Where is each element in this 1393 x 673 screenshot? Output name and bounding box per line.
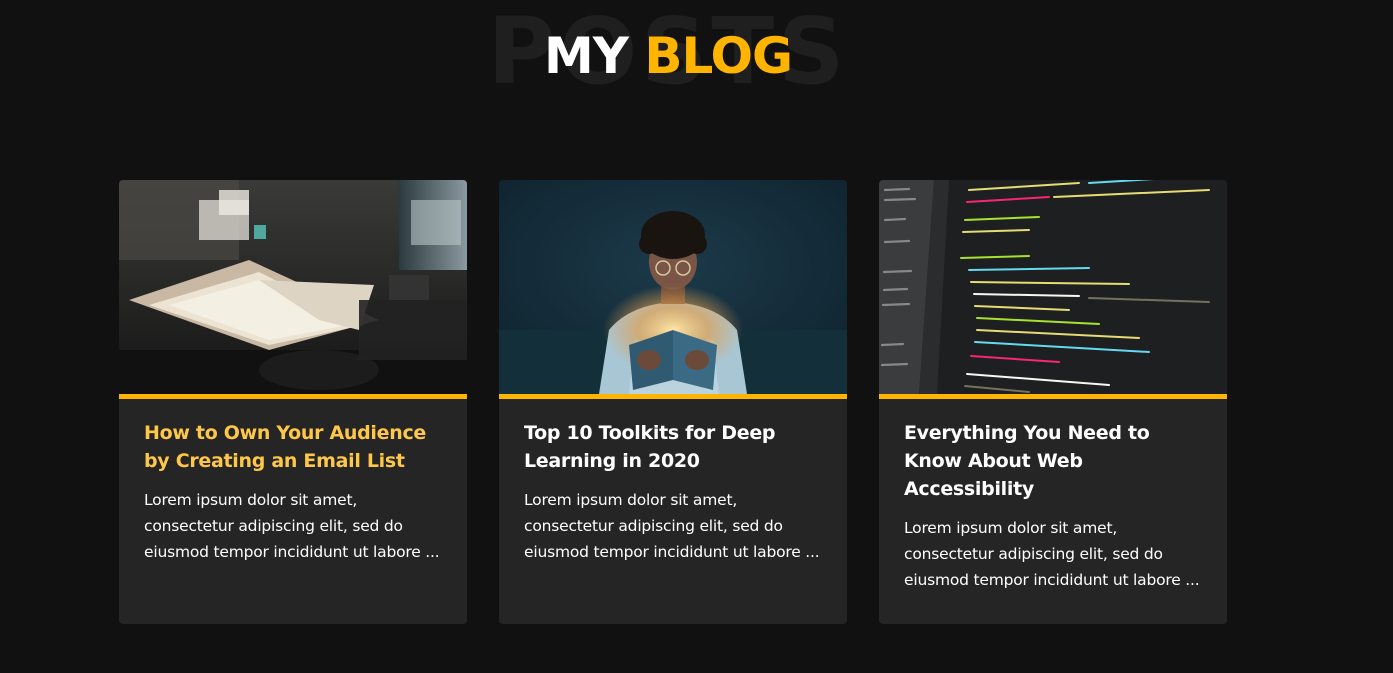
blog-post-list: How to Own Your Audience by Creating an … — [119, 180, 1227, 624]
post-excerpt: Lorem ipsum dolor sit amet, consectetur … — [144, 491, 440, 561]
blog-post-card[interactable]: How to Own Your Audience by Creating an … — [119, 180, 467, 624]
desk-papers-photo — [119, 180, 467, 394]
post-title[interactable]: How to Own Your Audience by Creating an … — [144, 419, 442, 475]
post-excerpt: Lorem ipsum dolor sit amet, consectetur … — [904, 519, 1200, 589]
blog-post-card[interactable]: Top 10 Toolkits for Deep Learning in 202… — [499, 180, 847, 624]
post-thumbnail-code-editor[interactable] — [879, 180, 1227, 399]
code-editor-screenshot-photo — [879, 180, 1227, 394]
post-thumbnail-reading-person[interactable] — [499, 180, 847, 399]
section-heading: POSTS MY BLOG — [0, 0, 1393, 110]
person-reading-glowing-book-photo — [499, 180, 847, 394]
post-title[interactable]: Everything You Need to Know About Web Ac… — [904, 419, 1202, 503]
post-excerpt: Lorem ipsum dolor sit amet, consectetur … — [524, 491, 820, 561]
title-part-my: MY — [543, 27, 629, 85]
page-title: MY BLOG — [468, 26, 868, 86]
blog-post-card[interactable]: Everything You Need to Know About Web Ac… — [879, 180, 1227, 624]
post-thumbnail-desk-papers[interactable] — [119, 180, 467, 399]
title-part-blog: BLOG — [644, 27, 793, 85]
post-title[interactable]: Top 10 Toolkits for Deep Learning in 202… — [524, 419, 822, 475]
